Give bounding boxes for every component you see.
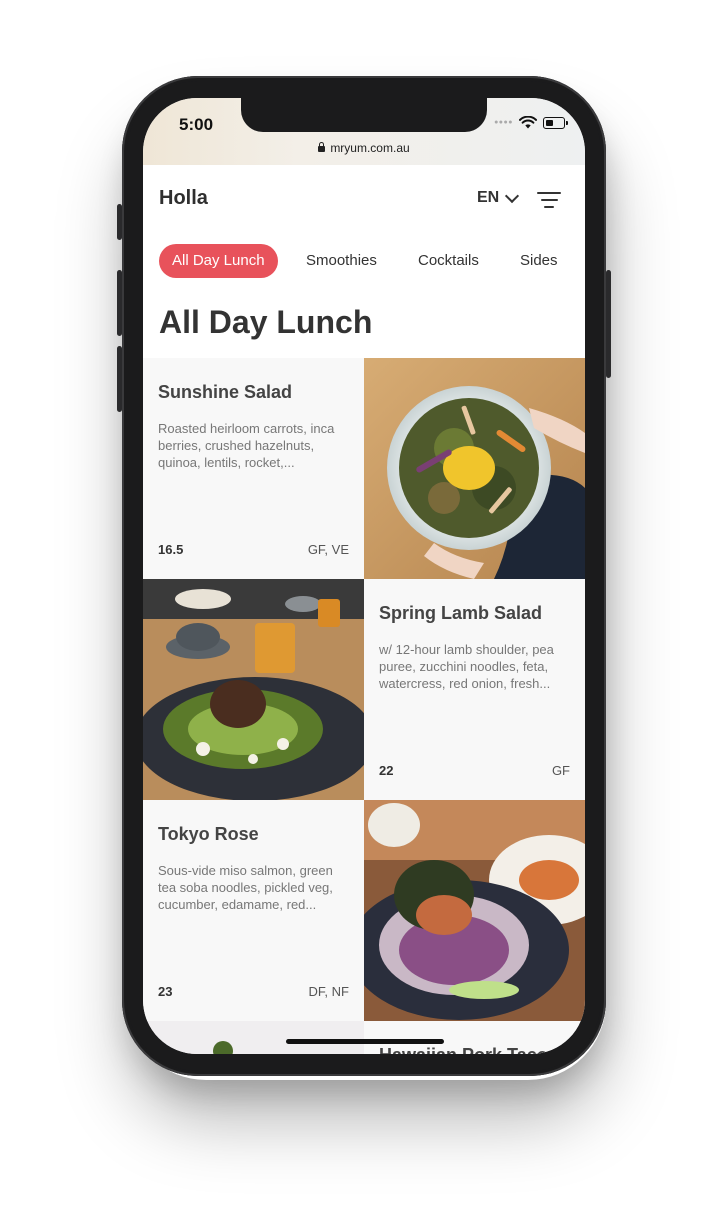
item-price: 22 — [379, 763, 394, 778]
venue-name: Holla — [159, 187, 208, 209]
status-time: 5:00 — [179, 115, 214, 134]
item-name: Spring Lamb Salad — [379, 603, 543, 623]
status-icons: ●●●● — [494, 116, 568, 129]
tab-cocktails[interactable]: Cocktails — [418, 244, 479, 278]
menu-item-card[interactable]: Tokyo Rose Sous-vide miso salmon, green … — [143, 800, 364, 1021]
item-photo[interactable] — [364, 800, 585, 1021]
item-name: Hawaiian Pork Taco — [379, 1045, 548, 1054]
item-photo[interactable] — [364, 358, 585, 579]
wifi-icon — [519, 116, 537, 129]
tab-sides[interactable]: Sides — [520, 244, 558, 278]
item-description: w/ 12-hour lamb shoulder, pea puree, zuc… — [379, 642, 554, 691]
mute-switch — [117, 204, 122, 240]
menu-item-card[interactable]: Spring Lamb Salad w/ 12-hour lamb should… — [364, 579, 585, 800]
app-header: Holla EN — [143, 165, 585, 233]
menu-item-card[interactable]: Sunshine Salad Roasted heirloom carrots,… — [143, 358, 364, 579]
phone-screen: 5:00 ●●●● mryum.com.au Holla EN All Day … — [143, 98, 585, 1054]
partial-photo — [143, 1021, 364, 1054]
item-dietary-tags: GF — [551, 763, 570, 778]
volume-up-button — [117, 270, 122, 336]
lock-icon — [318, 142, 326, 152]
salmon-noodle-photo — [364, 800, 585, 1021]
power-button — [606, 270, 611, 378]
chevron-down-icon — [505, 188, 520, 203]
volume-down-button — [117, 346, 122, 412]
signal-icon: ●●●● — [494, 119, 513, 126]
item-description: Sous-vide miso salmon, green tea soba no… — [158, 863, 333, 912]
item-photo[interactable] — [143, 579, 364, 800]
address-bar[interactable]: mryum.com.au — [143, 141, 585, 155]
url-text: mryum.com.au — [330, 141, 410, 155]
home-indicator[interactable] — [286, 1039, 444, 1044]
language-selector[interactable]: EN — [477, 188, 520, 207]
item-price: 23 — [158, 984, 173, 999]
notch — [241, 98, 487, 132]
item-price: 16.5 — [158, 542, 184, 557]
filter-icon[interactable] — [537, 192, 561, 210]
section-title: All Day Lunch — [159, 304, 373, 340]
item-dietary-tags: DF, NF — [308, 984, 349, 999]
lamb-salad-photo — [143, 579, 364, 800]
item-dietary-tags: GF, VE — [307, 542, 349, 557]
salad-bowl-photo — [364, 358, 585, 579]
menu-item-card[interactable]: Hawaiian Pork Taco — [364, 1021, 585, 1054]
item-name: Tokyo Rose — [158, 824, 259, 844]
category-tabs: All Day Lunch Smoothies Cocktails Sides — [143, 244, 585, 278]
tab-all-day-lunch[interactable]: All Day Lunch — [159, 244, 278, 278]
battery-icon — [543, 116, 568, 129]
language-label: EN — [477, 189, 500, 206]
tab-smoothies[interactable]: Smoothies — [306, 244, 377, 278]
item-photo[interactable] — [143, 1021, 364, 1054]
item-description: Roasted heirloom carrots, inca berries, … — [158, 421, 335, 470]
item-name: Sunshine Salad — [158, 382, 293, 402]
